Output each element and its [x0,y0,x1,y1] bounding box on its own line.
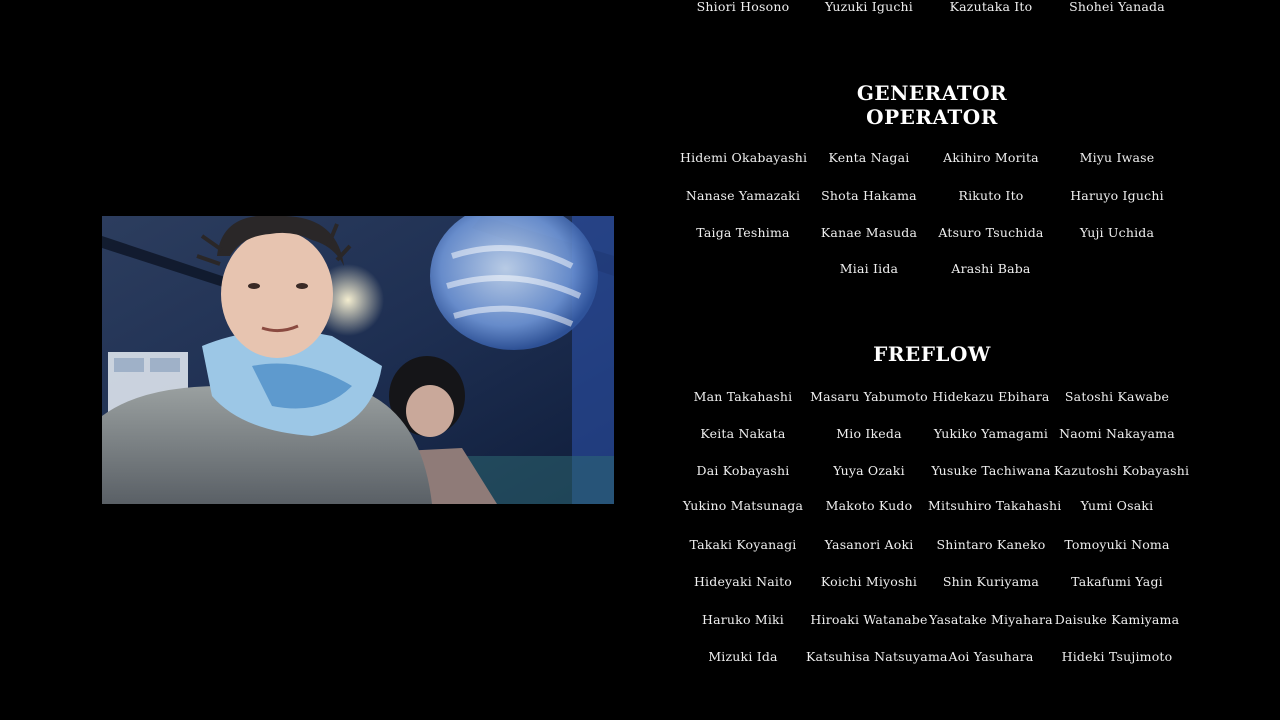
credit-name: Satoshi Kawabe [1064,389,1170,404]
credit-name: Akihiro Morita [943,150,1039,165]
credit-name: Hideyaki Naito [693,574,793,589]
credit-name: Kanae Masuda [820,225,918,240]
credit-name: Shohei Yanada [1069,0,1165,14]
credit-name: Katsuhisa Natsuyama [806,649,948,664]
credit-name: Nanase Yamazaki [685,188,801,203]
credit-name: Rikuto Ito [958,188,1024,203]
credit-row: Hidemi Okabayashi Kenta Nagai Akihiro Mo… [676,150,1180,170]
end-credits-screen: Shiori Hosono Yuzuki Iguchi Kazutaka Ito… [0,0,1280,720]
credit-name: Masaru Yabumoto [810,389,928,404]
credit-row: Keita Nakata Mio Ikeda Yukiko Yamagami N… [676,426,1180,446]
credit-name: Yukino Matsunaga [682,498,804,513]
credit-row: Hideyaki Naito Koichi Miyoshi Shin Kuriy… [676,574,1180,594]
credit-name: Mio Ikeda [836,426,902,441]
credit-name: Hidemi Okabayashi [680,150,808,165]
credit-name: Dai Kobayashi [696,463,790,478]
credit-name: Yukiko Yamagami [933,426,1049,441]
section-heading: GENERATOR [856,81,1008,105]
credit-name: Yasanori Aoki [824,537,914,552]
credit-name: Yuzuki Iguchi [824,0,914,14]
credits-roll: Shiori Hosono Yuzuki Iguchi Kazutaka Ito… [676,0,1190,720]
credit-row: Takaki Koyanagi Yasanori Aoki Shintaro K… [676,537,1180,557]
section-heading: FREFLOW [873,342,991,366]
credit-row: Miai Iida Arashi Baba [676,261,1180,281]
credit-name: Kazutoshi Kobayashi [1054,463,1190,478]
credit-name: Shiori Hosono [696,0,790,14]
credit-name: Koichi Miyoshi [820,574,918,589]
credit-name: Kenta Nagai [828,150,910,165]
credit-row: Nanase Yamazaki Shota Hakama Rikuto Ito … [676,188,1180,208]
credit-name: Miai Iida [839,261,899,276]
credit-name: Mitsuhiro Takahashi [928,498,1062,513]
credit-row: Haruko Miki Hiroaki Watanabe Yasatake Mi… [676,612,1180,632]
credit-name: Yumi Osaki [1080,498,1154,513]
credit-name: Hiroaki Watanabe [810,612,928,627]
credit-name: Haruko Miki [701,612,785,627]
credit-name: Shintaro Kaneko [936,537,1046,552]
credit-name: Taiga Teshima [696,225,790,240]
credit-name: Keita Nakata [700,426,786,441]
credit-name: Man Takahashi [693,389,793,404]
credit-name: Arashi Baba [951,261,1031,276]
credit-name: Takaki Koyanagi [689,537,797,552]
credit-name: Makoto Kudo [825,498,913,513]
credit-row: Man Takahashi Masaru Yabumoto Hidekazu E… [676,389,1180,409]
credit-row: Shiori Hosono Yuzuki Iguchi Kazutaka Ito… [676,0,1180,20]
credit-name: Yusuke Tachiwana [931,463,1051,478]
credit-name: Yuya Ozaki [833,463,905,478]
credit-name: Naomi Nakayama [1059,426,1175,441]
credit-name: Yasatake Miyahara [929,612,1053,627]
credit-name: Aoi Yasuhara [948,649,1034,664]
credit-name: Kazutaka Ito [949,0,1033,14]
credit-name: Daisuke Kamiyama [1054,612,1180,627]
credit-row: Taiga Teshima Kanae Masuda Atsuro Tsuchi… [676,225,1180,245]
credit-row: Mizuki Ida Katsuhisa Natsuyama Aoi Yasuh… [676,649,1180,669]
credit-name: Hidekazu Ebihara [932,389,1050,404]
credit-name: Miyu Iwase [1079,150,1155,165]
credit-name: Atsuro Tsuchida [938,225,1044,240]
credit-name: Yuji Uchida [1079,225,1155,240]
credit-name: Mizuki Ida [708,649,778,664]
credit-name: Tomoyuki Noma [1064,537,1170,552]
credit-name: Hideki Tsujimoto [1061,649,1173,664]
credit-row: Yukino Matsunaga Makoto Kudo Mitsuhiro T… [676,498,1180,518]
credit-name: Haruyo Iguchi [1070,188,1164,203]
credit-row: Dai Kobayashi Yuya Ozaki Yusuke Tachiwan… [676,463,1190,483]
credit-name: Takafumi Yagi [1071,574,1163,589]
film-still-image [102,216,614,504]
credit-name: Shota Hakama [821,188,917,203]
credit-name: Shin Kuriyama [942,574,1040,589]
section-heading: OPERATOR [866,105,998,129]
